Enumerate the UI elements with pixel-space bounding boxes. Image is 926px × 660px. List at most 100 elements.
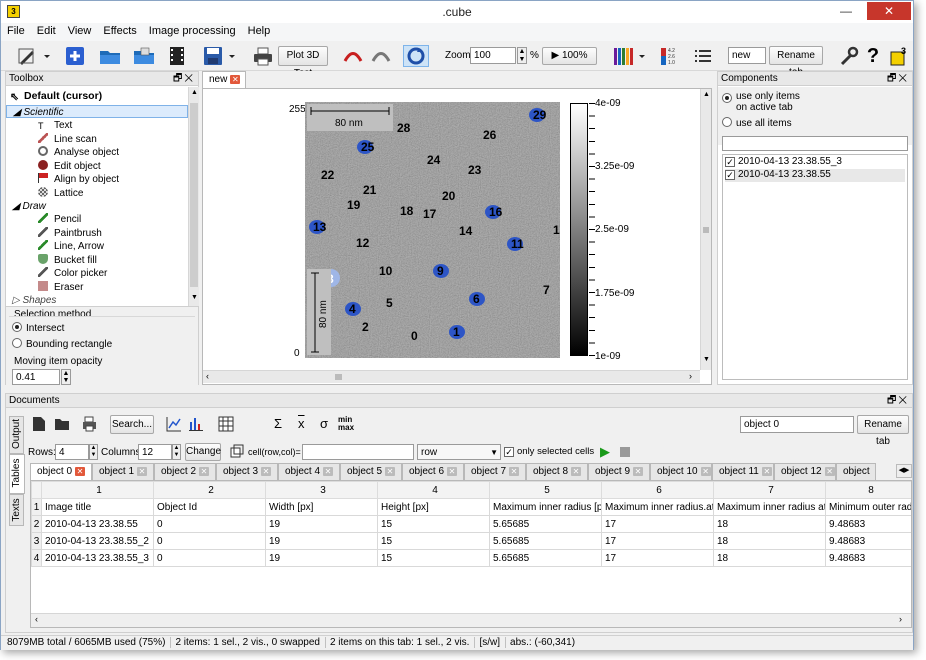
object-label-26[interactable]: 26	[483, 128, 497, 142]
menu-view[interactable]: View	[62, 23, 98, 37]
object-tab-11[interactable]: object 11 ✕	[712, 463, 774, 480]
radio-intersect[interactable]: Intersect	[12, 322, 64, 334]
column-number-6[interactable]: 6	[601, 481, 714, 499]
zoom-spinner[interactable]: ▲ ▼	[517, 47, 527, 64]
menu-file[interactable]: File	[1, 23, 31, 37]
object-label-4[interactable]: 4	[349, 302, 356, 316]
object-tab-8[interactable]: object 8 ✕	[526, 463, 588, 480]
scroll-down-icon[interactable]: ▼	[191, 294, 198, 301]
table-cell[interactable]: 15	[377, 515, 490, 533]
object-tab-5[interactable]: object 5 ✕	[340, 463, 402, 480]
object-label-7[interactable]: 7	[543, 283, 550, 297]
tree-group-shapes[interactable]: ▷ Shapes	[12, 294, 56, 306]
new-image-dropdown[interactable]	[15, 45, 55, 67]
row-number[interactable]: 4	[31, 549, 42, 567]
component-checkbox-0[interactable]: ✓	[725, 157, 735, 167]
object-label-2[interactable]: 2	[362, 320, 369, 334]
component-item-0[interactable]: ✓ 2010-04-13 23.38.55_3	[725, 156, 905, 169]
colorbar-button[interactable]: 4.2 2.6 1.0	[657, 45, 687, 67]
scroll-left-icon[interactable]: ‹	[206, 371, 209, 381]
close-tab-icon[interactable]: ✕	[447, 467, 458, 476]
rows-spinner[interactable]: ▲ ▼	[89, 444, 98, 460]
table-cell[interactable]: 5.65685	[489, 532, 602, 550]
object-tab-3[interactable]: object 3 ✕	[216, 463, 278, 480]
table-cell[interactable]: 0	[153, 532, 266, 550]
minimize-button[interactable]: —	[833, 2, 859, 20]
tool-lattice[interactable]: Lattice	[38, 186, 83, 200]
doc-sum-icon[interactable]: Σ	[274, 416, 282, 431]
menu-help[interactable]: Help	[242, 23, 277, 37]
object-label-23[interactable]: 23	[468, 163, 482, 177]
column-number-5[interactable]: 5	[489, 481, 602, 499]
doc-tab-name-input[interactable]: object 0	[740, 416, 854, 433]
panel-float-close-icon[interactable]: 🗗✕	[887, 72, 909, 86]
table-cell[interactable]: 15	[377, 549, 490, 567]
scroll-right-icon[interactable]: ›	[689, 371, 692, 381]
tool-color-picker[interactable]: Color picker	[38, 267, 107, 280]
mode-select[interactable]: row ▼	[417, 444, 501, 460]
doc-search-button[interactable]: Search...	[110, 415, 154, 434]
column-number-7[interactable]: 7	[713, 481, 826, 499]
component-checkbox-1[interactable]: ✓	[725, 170, 735, 180]
object-label-21[interactable]: 21	[363, 183, 377, 197]
row-number[interactable]: 2	[31, 515, 42, 533]
table-cell[interactable]: 0	[153, 549, 266, 567]
column-number-3[interactable]: 3	[265, 481, 378, 499]
side-tab-texts[interactable]: Texts	[9, 494, 24, 526]
menu-edit[interactable]: Edit	[31, 23, 62, 37]
toolbar-rename-tab-button[interactable]: Rename tab	[769, 46, 823, 78]
table-cell[interactable]: 17	[601, 532, 714, 550]
object-label-12[interactable]: 12	[356, 236, 370, 250]
tool-line-arrow[interactable]: Line, Arrow	[38, 240, 104, 253]
object-label-19[interactable]: 19	[347, 198, 361, 212]
column-number-8[interactable]: 8	[825, 481, 911, 499]
only-selected-check[interactable]: ✓	[504, 447, 514, 457]
tool-bucket-fill[interactable]: Bucket fill	[38, 253, 97, 267]
list-button[interactable]	[691, 45, 715, 67]
opacity-input[interactable]: 0.41	[12, 369, 60, 385]
doc-new-icon[interactable]	[32, 416, 46, 435]
film-button[interactable]	[165, 45, 189, 67]
doc-mean-icon[interactable]: x	[298, 416, 305, 431]
table-cell[interactable]: Height [px]	[377, 498, 490, 516]
open-folder-2-button[interactable]	[131, 45, 157, 67]
table-cell[interactable]: Minimum outer rad	[825, 498, 911, 516]
rotate-button[interactable]	[403, 45, 429, 67]
object-label-10[interactable]: 10	[379, 264, 393, 278]
canvas-h-scrollbar[interactable]: ‹ ›	[203, 370, 700, 383]
doc-bar-chart-icon[interactable]	[188, 416, 204, 435]
scroll-up-icon[interactable]: ▲	[703, 91, 710, 98]
object-label-5[interactable]: 5	[386, 296, 393, 310]
undo-button[interactable]	[341, 45, 365, 67]
doc-open-folder-icon[interactable]	[54, 416, 70, 435]
tool-line-scan[interactable]: Line scan	[38, 132, 97, 146]
object-label-29[interactable]: 29	[533, 108, 547, 122]
radio-bounding-rectangle[interactable]: Bounding rectangle	[12, 338, 112, 350]
colormap-dropdown[interactable]	[611, 45, 649, 67]
tree-default-cursor[interactable]: ⇖ Default (cursor)	[10, 90, 102, 103]
object-label-22[interactable]: 22	[321, 168, 335, 182]
save-dropdown[interactable]	[201, 45, 241, 67]
toolbar-tab-name-input[interactable]: new	[728, 47, 766, 64]
change-button[interactable]: Change	[185, 443, 221, 461]
plot-3d-test-button[interactable]: Plot 3D Test	[278, 46, 328, 79]
redo-button[interactable]	[369, 45, 393, 67]
radio-intersect-dot[interactable]	[12, 322, 22, 332]
object-label-20[interactable]: 20	[442, 189, 456, 203]
object-label-6[interactable]: 6	[473, 292, 480, 306]
radio-bounding-dot[interactable]	[12, 338, 22, 348]
tree-group-draw[interactable]: ◢ Draw	[12, 200, 46, 213]
tool-edit-object[interactable]: Edit object	[38, 159, 101, 173]
close-tab-icon[interactable]: ✕	[137, 467, 148, 476]
tool-paintbrush[interactable]: Paintbrush	[38, 226, 102, 240]
table-cell[interactable]: 17	[601, 515, 714, 533]
run-play-icon[interactable]: ▶	[600, 444, 610, 460]
side-tab-tables[interactable]: Tables	[9, 454, 25, 494]
object-tab-2[interactable]: object 2 ✕	[154, 463, 216, 480]
table-cell[interactable]: Maximum inner radius [px]	[489, 498, 602, 516]
table-cell[interactable]: 9.48683	[825, 532, 911, 550]
close-tab-icon[interactable]: ✕	[75, 467, 86, 476]
table-cell[interactable]: 17	[601, 549, 714, 567]
component-item-1[interactable]: ✓ 2010-04-13 23.38.55	[725, 169, 905, 182]
side-tab-output[interactable]: Output	[9, 416, 24, 454]
